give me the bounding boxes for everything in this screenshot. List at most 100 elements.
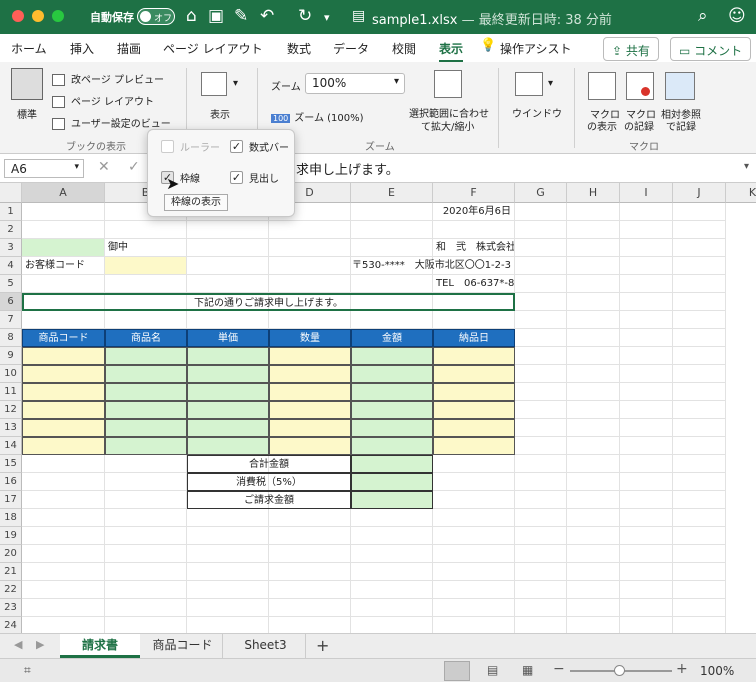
row-header-7[interactable]: 7 <box>0 311 22 329</box>
cell[interactable] <box>433 545 515 563</box>
cell[interactable] <box>567 545 620 563</box>
cell[interactable] <box>620 221 673 239</box>
cell[interactable] <box>351 563 433 581</box>
cell[interactable] <box>22 455 105 473</box>
row-header-19[interactable]: 19 <box>0 527 22 545</box>
cell[interactable] <box>567 329 620 347</box>
cell[interactable] <box>22 311 105 329</box>
data-cell[interactable] <box>187 401 269 419</box>
cell[interactable] <box>187 545 269 563</box>
cell[interactable] <box>433 491 515 509</box>
cell[interactable] <box>22 527 105 545</box>
cell[interactable] <box>22 275 105 293</box>
data-cell[interactable] <box>105 401 187 419</box>
tab-insert[interactable]: 挿入 <box>70 40 94 57</box>
cell[interactable] <box>515 347 567 365</box>
cell-address[interactable]: 〒530-**** 大阪市北区〇〇1-2-3 <box>269 257 515 275</box>
row-header-23[interactable]: 23 <box>0 599 22 617</box>
data-cell[interactable] <box>22 383 105 401</box>
formula-content[interactable]: 求申し上げます。 <box>296 159 399 178</box>
cell[interactable] <box>673 383 726 401</box>
cell[interactable] <box>567 437 620 455</box>
cell[interactable] <box>620 203 673 221</box>
data-cell[interactable] <box>187 419 269 437</box>
cell[interactable] <box>673 293 726 311</box>
data-cell[interactable] <box>105 437 187 455</box>
cell[interactable] <box>567 599 620 617</box>
cell[interactable] <box>22 491 105 509</box>
normal-view-status-icon[interactable] <box>444 661 470 681</box>
row-header-12[interactable]: 12 <box>0 401 22 419</box>
data-cell[interactable] <box>269 437 351 455</box>
data-cell[interactable] <box>187 347 269 365</box>
cell[interactable] <box>567 239 620 257</box>
macro-recording-icon[interactable]: ⌗ <box>24 663 31 678</box>
show-icon[interactable] <box>201 72 227 96</box>
zoom-100-button[interactable]: 100 ズーム (100%) <box>271 109 364 124</box>
cell[interactable] <box>620 617 673 633</box>
data-cell[interactable] <box>351 419 433 437</box>
cell[interactable] <box>187 527 269 545</box>
cell[interactable] <box>673 401 726 419</box>
cell[interactable] <box>22 563 105 581</box>
data-cell[interactable] <box>269 401 351 419</box>
cell[interactable] <box>105 311 187 329</box>
header-product-code[interactable]: 商品コード <box>22 329 105 347</box>
header-unit-price[interactable]: 単価 <box>187 329 269 347</box>
row-header-16[interactable]: 16 <box>0 473 22 491</box>
name-box[interactable]: A6 ▾ <box>4 159 84 178</box>
cell[interactable] <box>673 581 726 599</box>
row-header-24[interactable]: 24 <box>0 617 22 633</box>
row-header-5[interactable]: 5 <box>0 275 22 293</box>
row-header-6[interactable]: 6 <box>0 293 22 311</box>
worksheet-grid[interactable]: ABCDEFGHIJK 1234567891011121314151617181… <box>0 183 756 633</box>
cell[interactable] <box>515 257 567 275</box>
cell[interactable] <box>673 329 726 347</box>
cell[interactable] <box>620 527 673 545</box>
cell[interactable] <box>351 509 433 527</box>
cell-grand-label[interactable]: ご請求金額 <box>187 491 351 509</box>
cell-a3[interactable] <box>22 239 105 257</box>
cell[interactable] <box>673 617 726 633</box>
cell[interactable] <box>567 383 620 401</box>
cell[interactable] <box>620 455 673 473</box>
cell[interactable] <box>105 581 187 599</box>
autosave-toggle[interactable]: オフ <box>137 8 175 25</box>
cell[interactable] <box>433 527 515 545</box>
cell[interactable] <box>433 311 515 329</box>
cell[interactable] <box>567 293 620 311</box>
data-cell[interactable] <box>351 347 433 365</box>
data-cell[interactable] <box>187 383 269 401</box>
cell[interactable] <box>105 221 187 239</box>
data-cell[interactable] <box>351 365 433 383</box>
cell[interactable] <box>673 509 726 527</box>
select-all-corner[interactable] <box>0 183 22 203</box>
data-cell[interactable] <box>433 401 515 419</box>
cell[interactable] <box>567 491 620 509</box>
cell[interactable] <box>567 617 620 633</box>
cell[interactable] <box>567 419 620 437</box>
cell[interactable] <box>567 527 620 545</box>
cell[interactable] <box>269 617 351 633</box>
cell[interactable] <box>673 419 726 437</box>
tab-draw[interactable]: 描画 <box>117 40 141 57</box>
minimize-window-button[interactable] <box>32 10 44 22</box>
sheet-tab-product-code[interactable]: 商品コード <box>143 634 223 658</box>
cell[interactable] <box>567 365 620 383</box>
cell[interactable] <box>673 221 726 239</box>
cell[interactable] <box>620 293 673 311</box>
cell[interactable] <box>187 311 269 329</box>
cell[interactable] <box>673 365 726 383</box>
data-cell[interactable] <box>105 365 187 383</box>
expand-formula-icon[interactable]: ▾ <box>744 161 749 172</box>
cell[interactable] <box>567 473 620 491</box>
data-cell[interactable] <box>351 437 433 455</box>
cell[interactable] <box>187 239 269 257</box>
data-cell[interactable] <box>187 365 269 383</box>
cell[interactable] <box>515 329 567 347</box>
cell[interactable] <box>515 455 567 473</box>
redo-icon[interactable]: ↻ <box>298 7 312 25</box>
row-header-18[interactable]: 18 <box>0 509 22 527</box>
cell[interactable] <box>351 311 433 329</box>
data-cell[interactable] <box>22 437 105 455</box>
